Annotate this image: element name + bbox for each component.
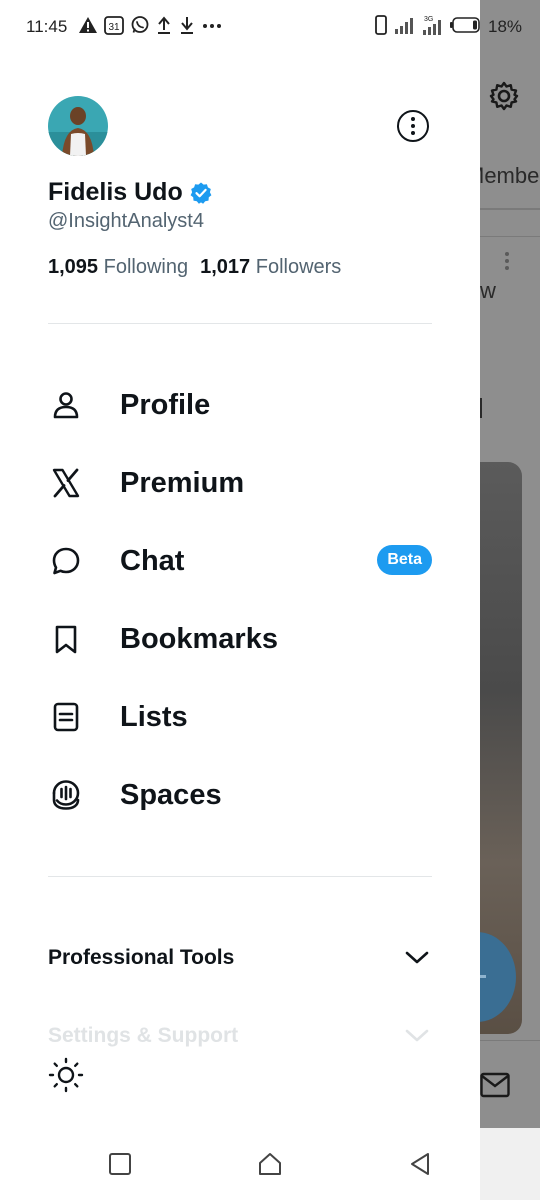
section-professional-tools[interactable]: Professional Tools (48, 938, 432, 978)
avatar[interactable] (48, 96, 108, 156)
following-link[interactable]: 1,095 Following (48, 256, 188, 279)
background-divider (480, 208, 540, 210)
home-icon[interactable] (256, 1150, 284, 1178)
warning-icon (79, 17, 97, 33)
menu-item-chat[interactable]: Chat Beta (48, 531, 432, 591)
battery-percentage: 18% (488, 17, 523, 36)
follow-stats: 1,095 Following 1,017 Followers (48, 256, 341, 279)
followers-link[interactable]: 1,017 Followers (200, 256, 341, 279)
menu-item-profile[interactable]: Profile (48, 375, 432, 435)
avatar-photo (48, 96, 108, 156)
system-navigation-bar (0, 1128, 540, 1200)
menu-item-spaces[interactable]: Spaces (48, 765, 432, 825)
chat-bubble-icon (52, 547, 80, 575)
menu-item-label: Lists (120, 700, 188, 733)
background-text-fragment: w (480, 278, 496, 303)
person-icon (53, 392, 79, 419)
navigation-drawer: Fidelis Udo @InsightAnalyst4 1,095 Follo… (0, 0, 480, 1128)
sun-icon[interactable] (47, 1056, 85, 1094)
system-icons: 3G (374, 14, 482, 36)
upload-icon (158, 16, 170, 34)
divider (48, 876, 432, 877)
status-time: 11:45 (26, 17, 68, 36)
menu-item-lists[interactable]: Lists (48, 687, 432, 747)
more-options-button[interactable] (397, 110, 429, 142)
back-icon[interactable] (406, 1150, 434, 1178)
signal-icon (395, 18, 413, 34)
mail-icon (480, 1072, 510, 1098)
followers-count: 1,017 (200, 256, 251, 278)
menu-item-bookmarks[interactable]: Bookmarks (48, 609, 432, 669)
menu-item-label: Profile (120, 388, 211, 421)
signal-3g-icon: 3G (423, 16, 441, 35)
divider (48, 323, 432, 324)
menu-item-label: Chat (120, 544, 185, 577)
following-label: Following (103, 256, 189, 278)
menu-item-label: Premium (120, 466, 245, 499)
verified-badge-icon (190, 182, 212, 204)
x-logo-icon (52, 468, 80, 498)
section-settings-support[interactable]: Settings & Support (48, 1016, 432, 1056)
section-label: Settings & Support (48, 1024, 239, 1047)
vibrate-icon (375, 15, 387, 35)
calendar-day: 31 (108, 22, 120, 33)
chevron-down-icon (405, 1029, 429, 1042)
section-label: Professional Tools (48, 946, 235, 969)
status-bar: 11:45 31 3G 18% (0, 0, 540, 56)
notification-icons: 31 (78, 14, 223, 36)
calendar-icon: 31 (104, 16, 124, 35)
following-count: 1,095 (48, 256, 99, 278)
user-name: Fidelis Udo (48, 178, 183, 206)
download-icon (181, 17, 193, 34)
background-more-icon (505, 252, 511, 272)
bookmark-icon (55, 625, 77, 654)
whatsapp-icon (131, 16, 149, 33)
gear-icon[interactable] (488, 80, 520, 112)
nav-bar-overlay-region (480, 1128, 540, 1200)
menu-item-label: Bookmarks (120, 622, 278, 655)
user-name-row[interactable]: Fidelis Udo (48, 178, 213, 207)
menu-item-label: Spaces (120, 778, 222, 811)
more-notifications-icon (203, 24, 221, 28)
network-type: 3G (424, 16, 433, 23)
dot (411, 124, 415, 128)
chevron-down-icon (405, 951, 429, 964)
recents-icon[interactable] (106, 1150, 134, 1178)
followers-label: Followers (255, 256, 342, 278)
beta-badge: Beta (377, 545, 432, 575)
battery-icon (450, 17, 480, 33)
user-handle: @InsightAnalyst4 (48, 210, 204, 232)
background-divider (480, 236, 540, 237)
dot (411, 131, 415, 135)
menu-item-premium[interactable]: Premium (48, 453, 432, 513)
list-icon (53, 702, 79, 732)
background-divider (480, 1040, 540, 1041)
dot (411, 117, 415, 121)
spaces-icon (52, 780, 80, 810)
